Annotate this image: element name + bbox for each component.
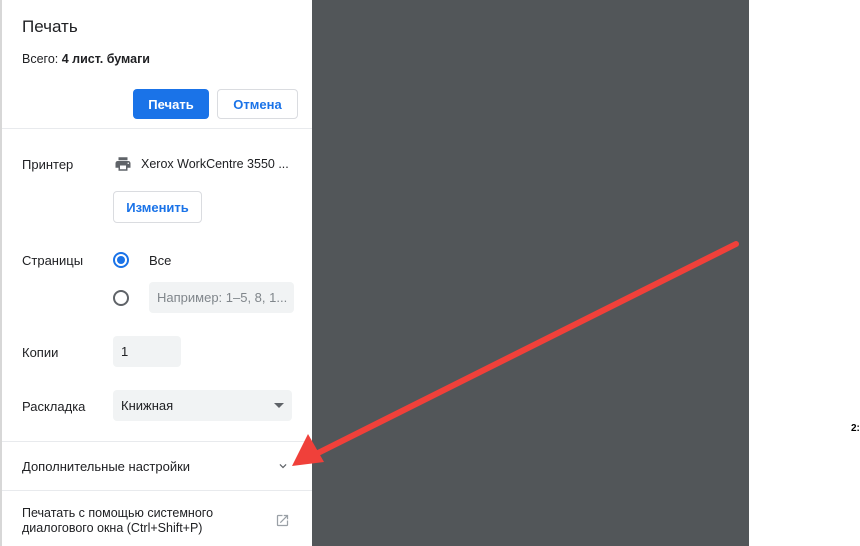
dropdown-caret-icon: [274, 403, 284, 408]
print-settings-panel: Печать Всего: 4 лист. бумаги Печать Отме…: [0, 0, 314, 546]
external-link-icon[interactable]: [275, 513, 290, 528]
sheet-total-value: 4 лист. бумаги: [61, 52, 150, 66]
cancel-button[interactable]: Отмена: [217, 89, 298, 119]
copies-input[interactable]: [113, 336, 181, 367]
copies-label: Копии: [22, 345, 59, 360]
pages-all-radio[interactable]: [113, 252, 129, 268]
pages-all-label[interactable]: Все: [149, 253, 171, 268]
pages-label: Страницы: [22, 253, 84, 268]
print-preview-area: [312, 0, 749, 546]
divider: [2, 490, 314, 491]
layout-select[interactable]: Книжная: [113, 390, 292, 421]
divider: [2, 128, 314, 129]
layout-label: Раскладка: [22, 399, 86, 414]
more-settings-toggle[interactable]: Дополнительные настройки: [2, 442, 314, 490]
printer-label: Принтер: [22, 157, 74, 172]
chevron-down-icon: [279, 464, 287, 469]
layout-select-value: Книжная: [121, 398, 174, 413]
preview-page-text: 2:: [851, 423, 860, 434]
sheet-total: Всего: 4 лист. бумаги: [22, 52, 150, 66]
change-printer-button[interactable]: Изменить: [113, 191, 202, 223]
pages-custom-input[interactable]: [149, 282, 294, 313]
printer-icon: [115, 157, 131, 171]
sheet-total-prefix: Всего:: [22, 52, 62, 66]
dialog-title: Печать: [22, 17, 78, 36]
printer-name[interactable]: Xerox WorkCentre 3550 ...: [141, 157, 289, 171]
system-dialog-line2: диалогового окна (Ctrl+Shift+P): [22, 521, 203, 535]
system-dialog-line1: Печатать с помощью системного: [22, 506, 214, 520]
pages-custom-radio[interactable]: [113, 290, 129, 306]
system-dialog-link[interactable]: Печатать с помощью системного диалоговог…: [22, 506, 252, 536]
print-button[interactable]: Печать: [133, 89, 209, 119]
preview-page: [749, 0, 860, 546]
more-settings-label: Дополнительные настройки: [22, 459, 191, 474]
